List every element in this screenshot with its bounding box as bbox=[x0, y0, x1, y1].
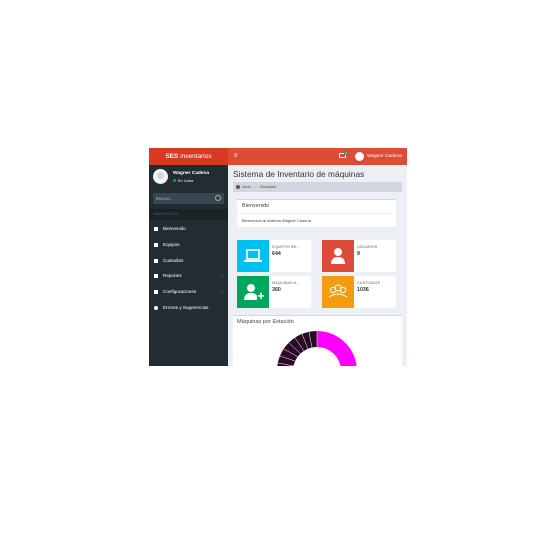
search-input[interactable] bbox=[156, 193, 212, 204]
info-box-label: MÁQUINAS A... bbox=[272, 280, 300, 285]
equipment-icon bbox=[154, 243, 158, 247]
sidebar-user-name: Wagner Cadena bbox=[173, 171, 210, 176]
chevron-left-icon: ‹ bbox=[221, 289, 224, 294]
logo-text: inventarios bbox=[178, 153, 212, 160]
user-menu-name[interactable]: Wagner Cadena bbox=[367, 148, 402, 165]
sidebar: Wagner Cadena En Línea NAVEGACIÓN Bienve… bbox=[149, 165, 228, 366]
breadcrumb-separator: › bbox=[254, 185, 257, 189]
online-status: En Línea bbox=[173, 179, 193, 183]
info-box-usuarios[interactable]: USUARIOS 9 bbox=[322, 240, 396, 272]
chart-box: Máquinas por Estación bbox=[233, 315, 402, 366]
donut-slice bbox=[277, 331, 317, 366]
info-box-equipos[interactable]: EQUIPOS RE... 644 bbox=[237, 240, 311, 272]
user-icon bbox=[322, 240, 354, 272]
station-donut-chart bbox=[277, 331, 357, 366]
chevron-left-icon: ‹ bbox=[221, 273, 224, 278]
sidebar-item-label: Bienvenido bbox=[163, 226, 186, 231]
sidebar-item-bienvenido[interactable]: Bienvenido bbox=[149, 222, 228, 236]
sidebar-item-equipos[interactable]: Equipos bbox=[149, 238, 228, 252]
report-icon bbox=[154, 274, 158, 278]
sidebar-toggle-icon[interactable]: ≡ bbox=[231, 148, 240, 165]
info-box-value: 1036 bbox=[357, 287, 369, 293]
welcome-text: Bienvenido al sistema Wagner Cadena bbox=[242, 218, 312, 223]
breadcrumb-current: Escritorio bbox=[260, 185, 277, 189]
welcome-title: Bienvenido bbox=[242, 203, 270, 209]
sidebar-item-reportes[interactable]: Reportes ‹ bbox=[149, 269, 228, 283]
sidebar-item-label: Reportes bbox=[163, 273, 182, 278]
sidebar-item-label: Configuraciones bbox=[163, 289, 197, 294]
info-icon bbox=[154, 306, 158, 310]
welcome-box: Bienvenido Bienvenido al sistema Wagner … bbox=[237, 199, 396, 227]
user-avatar-small[interactable] bbox=[355, 152, 364, 161]
info-box-value: 9 bbox=[357, 251, 360, 257]
info-box-maquinas[interactable]: MÁQUINAS A... 360 bbox=[237, 276, 311, 308]
info-box-label: CUSTODIOS bbox=[357, 280, 381, 285]
breadcrumb: Inicio › Escritorio bbox=[233, 182, 402, 192]
sidebar-item-label: Equipos bbox=[163, 242, 180, 247]
avatar bbox=[153, 169, 168, 184]
group-icon bbox=[322, 276, 354, 308]
sidebar-item-errores[interactable]: Errores y Sugerencias bbox=[149, 301, 228, 315]
sidebar-item-label: Custodios bbox=[163, 258, 184, 263]
app-window: SES inventarios ≡ 4 Wagner Cadena Wagner… bbox=[149, 148, 407, 366]
info-box-value: 360 bbox=[272, 287, 281, 293]
page-title: Sistema de Inventario de máquinas bbox=[233, 169, 365, 179]
laptop-icon bbox=[237, 240, 269, 272]
logo-bold: SES bbox=[165, 153, 179, 160]
info-box-custodios[interactable]: CUSTODIOS 1036 bbox=[322, 276, 396, 308]
home-icon bbox=[154, 227, 158, 231]
mail-badge: 4 bbox=[344, 151, 348, 155]
info-box-value: 644 bbox=[272, 251, 281, 257]
info-box-label: EQUIPOS RE... bbox=[272, 244, 300, 249]
info-box-label: USUARIOS bbox=[357, 244, 378, 249]
user-icon bbox=[154, 259, 158, 263]
app-logo[interactable]: SES inventarios bbox=[149, 148, 228, 165]
breadcrumb-home[interactable]: Inicio bbox=[242, 185, 251, 189]
sidebar-search bbox=[153, 193, 224, 204]
wrench-icon bbox=[154, 290, 158, 294]
add-user-icon bbox=[237, 276, 269, 308]
donut-slice bbox=[317, 331, 357, 366]
search-icon[interactable] bbox=[215, 195, 221, 201]
top-navbar: ≡ 4 Wagner Cadena bbox=[228, 148, 407, 165]
dashboard-icon bbox=[236, 185, 240, 189]
sidebar-item-custodios[interactable]: Custodios bbox=[149, 254, 228, 268]
nav-header: NAVEGACIÓN bbox=[149, 209, 228, 220]
sidebar-item-label: Errores y Sugerencias bbox=[163, 305, 209, 310]
sidebar-item-configuraciones[interactable]: Configuraciones ‹ bbox=[149, 285, 228, 299]
divider bbox=[237, 213, 396, 214]
